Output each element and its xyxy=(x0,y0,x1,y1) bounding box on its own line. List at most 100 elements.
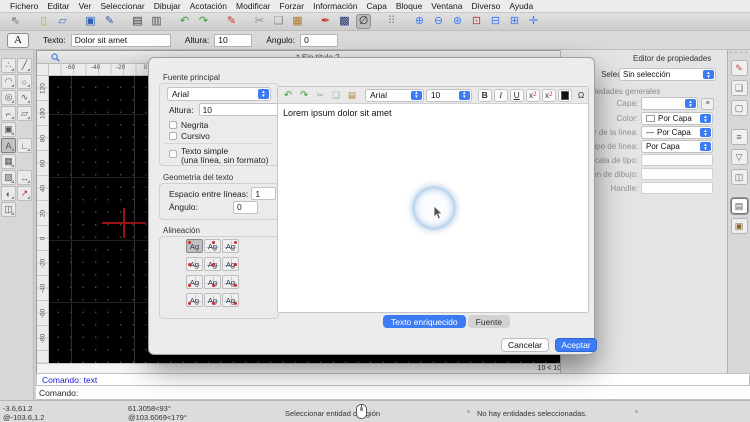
menu-item[interactable]: Seleccionar xyxy=(100,1,144,11)
special-character-button[interactable]: Ω xyxy=(574,89,588,102)
align-middle-center-button[interactable]: Ag xyxy=(204,257,221,271)
negrita-checkbox[interactable]: Negrita xyxy=(169,120,208,130)
cancel-button[interactable]: Cancelar xyxy=(501,338,549,352)
line-tool[interactable]: ╱ xyxy=(17,58,32,73)
layer-list-button[interactable]: ≡ xyxy=(701,97,714,110)
dock-clipboard-icon[interactable]: ▣ xyxy=(730,218,748,234)
points-tool[interactable]: ∴ xyxy=(1,58,16,73)
ellipse-tool[interactable]: ◎ xyxy=(1,90,16,105)
subscript-button[interactable]: x2 xyxy=(541,88,556,102)
dialog-altura-input[interactable]: 10 xyxy=(198,103,281,116)
align-middle-right-button[interactable]: Ag xyxy=(222,257,239,271)
text-tool-button[interactable]: A xyxy=(7,32,29,48)
menu-item[interactable]: Ayuda xyxy=(509,1,533,11)
zoom-window-icon[interactable]: ⊞ xyxy=(507,14,522,29)
main-font-select[interactable]: Arial ▲ ▼ xyxy=(167,87,271,101)
menu-item[interactable]: Dibujar xyxy=(154,1,181,11)
superscript-button[interactable]: x2 xyxy=(525,88,540,102)
dock-handle[interactable]: • • • • xyxy=(728,50,750,56)
zoom-out-icon[interactable]: ⊖ xyxy=(431,14,446,29)
editor-font-select[interactable]: Arial ▲ ▼ xyxy=(365,88,424,102)
dock-filter-icon[interactable]: ▽ xyxy=(730,149,748,165)
align-bottom-left-button[interactable]: Ag xyxy=(186,293,203,307)
editor-undo-icon[interactable]: ↶ xyxy=(281,89,295,102)
menu-item[interactable]: Información xyxy=(313,1,357,11)
dock-library-icon[interactable]: ✎ xyxy=(730,60,748,76)
zoom-auto-icon[interactable]: ⊛ xyxy=(450,14,465,29)
zoom-previous-icon[interactable]: ⊟ xyxy=(488,14,503,29)
dialog-angulo-input[interactable]: 0 xyxy=(233,200,258,214)
dimension-aligned-tool[interactable]: ↔ xyxy=(17,170,32,185)
texto-input[interactable]: Dolor sit amet xyxy=(70,33,171,47)
align-bottom-center-button[interactable]: Ag xyxy=(204,293,221,307)
redo-icon[interactable]: ↷ xyxy=(196,14,211,29)
dock-layers-icon[interactable]: ❏ xyxy=(730,80,748,96)
align-baseline-left-button[interactable]: Ag xyxy=(186,275,203,289)
handle-input[interactable] xyxy=(641,182,713,194)
texto-simple-checkbox[interactable]: Texto simple (una línea, sin formato) xyxy=(169,147,268,165)
draw-order-input[interactable] xyxy=(641,168,713,180)
menu-item[interactable]: Ver xyxy=(79,1,92,11)
block-tool[interactable]: ▣ xyxy=(1,122,16,137)
spline-tool[interactable]: ∿ xyxy=(17,90,32,105)
print-icon[interactable]: ▤ xyxy=(130,14,145,29)
line-width-select[interactable]: — Por Capa ▲ ▼ xyxy=(641,126,713,139)
dock-blocks-icon[interactable]: ▢ xyxy=(730,100,748,116)
line-spacing-input[interactable]: 1 xyxy=(251,187,277,200)
text-tool[interactable]: A xyxy=(1,138,16,153)
menu-item[interactable]: Acotación xyxy=(190,1,227,11)
altura-input[interactable]: 10 xyxy=(214,33,253,47)
selection-select[interactable]: Sin selección ▲ ▼ xyxy=(619,68,716,81)
copy-icon[interactable]: ❏ xyxy=(271,14,286,29)
print-preview-icon[interactable]: ▥ xyxy=(149,14,164,29)
dock-command-icon[interactable]: ◫ xyxy=(730,169,748,185)
boolean-tool[interactable]: ◐ xyxy=(1,186,16,201)
editor-size-select[interactable]: 10 ▲ ▼ xyxy=(425,88,472,102)
zoom-region-icon[interactable]: ⊡ xyxy=(469,14,484,29)
editor-copy-icon[interactable]: ❏ xyxy=(329,89,343,102)
menu-item[interactable]: Bloque xyxy=(396,1,422,11)
accept-button[interactable]: Aceptar xyxy=(555,338,597,352)
menu-item[interactable]: Modificar xyxy=(236,1,270,11)
circle-tool[interactable]: ○ xyxy=(17,74,32,89)
leader-tool[interactable]: ↗ xyxy=(17,186,32,201)
italic-button[interactable]: I xyxy=(493,88,508,102)
command-input[interactable]: Comando: xyxy=(36,386,750,400)
box-3d-tool[interactable]: ◫ xyxy=(1,202,16,217)
line-type-select[interactable]: Por Capa ▲ ▼ xyxy=(641,140,713,153)
capa-select[interactable]: ▲ ▼ xyxy=(641,97,698,110)
editor-cut-icon[interactable]: ✂ xyxy=(313,89,327,102)
arc-tool[interactable]: ◠ xyxy=(1,74,16,89)
align-top-right-button[interactable]: Ag xyxy=(222,239,239,253)
save-icon[interactable]: ▣ xyxy=(83,14,98,29)
hatch-tool[interactable]: ▨ xyxy=(1,170,16,185)
menu-item[interactable]: Diverso xyxy=(472,1,501,11)
draft-mode-icon[interactable]: ∅ xyxy=(356,14,371,29)
draft-pencil-icon[interactable]: ✎ xyxy=(224,14,239,29)
cursivo-checkbox[interactable]: Cursivo xyxy=(169,131,210,141)
editor-redo-icon[interactable]: ↷ xyxy=(297,89,311,102)
paste-icon[interactable]: ▦ xyxy=(290,14,305,29)
image-tool[interactable]: ▦ xyxy=(1,154,16,169)
align-top-left-button[interactable]: Ag xyxy=(186,239,203,253)
select-pointer-icon[interactable]: ⇖ xyxy=(8,14,23,29)
menu-item[interactable]: Editar xyxy=(47,1,69,11)
tab-texto-enriquecido[interactable]: Texto enriquecido xyxy=(383,315,466,328)
dock-list-icon[interactable]: ≡ xyxy=(730,129,748,145)
save-as-icon[interactable]: ✎ xyxy=(102,14,117,29)
pan-icon[interactable]: ✛ xyxy=(526,14,541,29)
polyline-tool[interactable]: ⌐ xyxy=(1,106,16,121)
align-baseline-right-button[interactable]: Ag xyxy=(222,275,239,289)
color-select[interactable]: Por Capa ▲ ▼ xyxy=(641,112,713,125)
shape-tool[interactable]: ▱ xyxy=(17,106,32,121)
cut-icon[interactable]: ✂ xyxy=(252,14,267,29)
bold-button[interactable]: B xyxy=(477,88,492,102)
dock-property-editor-icon[interactable]: ▤ xyxy=(730,198,748,214)
angulo-input[interactable]: 0 xyxy=(300,33,339,47)
open-file-icon[interactable]: ▱ xyxy=(55,14,70,29)
underline-button[interactable]: U xyxy=(509,88,524,102)
menu-item[interactable]: Fichero xyxy=(10,1,38,11)
linetype-scale-input[interactable] xyxy=(641,154,713,166)
dimension-tool[interactable]: ∟ xyxy=(17,138,32,153)
align-baseline-center-button[interactable]: Ag xyxy=(204,275,221,289)
